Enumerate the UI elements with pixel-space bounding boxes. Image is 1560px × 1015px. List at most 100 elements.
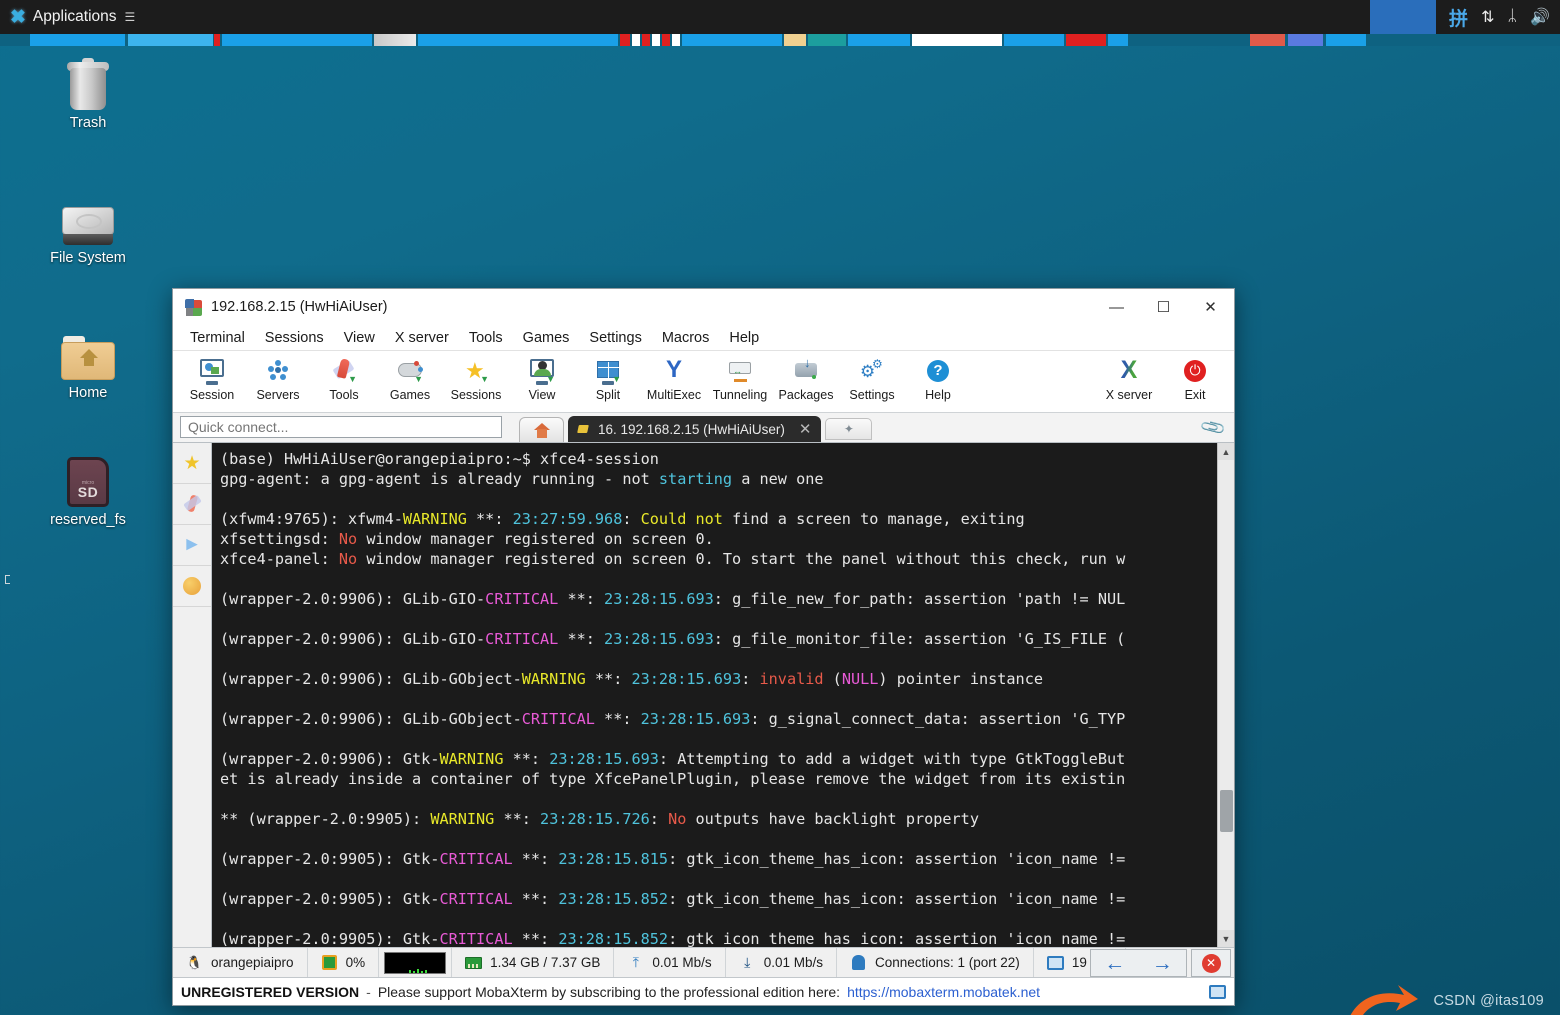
mobaxterm-window: 192.168.2.15 (HwHiAiUser) — ☐ ✕ Terminal… [172, 288, 1235, 1006]
xfce-logo-icon: ✖ [10, 6, 26, 28]
status-bar: 🐧 orangepiaipro 0% 1.34 GB / 7.37 GB ⤒ 0… [173, 947, 1234, 977]
attachment-clip-icon[interactable]: 📎 [1199, 414, 1228, 443]
toolbar-exit-button[interactable]: ⏻ Exit [1162, 354, 1228, 402]
status-download-value: 0.01 Mb/s [763, 955, 823, 970]
menu-view[interactable]: View [335, 327, 384, 349]
toolbar: Session Servers ▼ Tools ▼ Games ★ ▼ Sess… [173, 351, 1234, 413]
toolbar-help-button[interactable]: ? Help [905, 354, 971, 402]
toolbar-servers-button[interactable]: Servers [245, 354, 311, 402]
close-session-button[interactable]: ✕ [1191, 949, 1231, 977]
status-connections-value: Connections: 1 (port 22) [874, 955, 1020, 970]
scrollbar-thumb[interactable] [1220, 790, 1233, 832]
terminal-tab-icon [577, 423, 590, 436]
status-memory-value: 1.34 GB / 7.37 GB [490, 955, 601, 970]
multiexec-icon: Y [665, 356, 682, 383]
toolbar-split-button[interactable]: ▼ Split [575, 354, 641, 402]
close-button[interactable]: ✕ [1187, 289, 1234, 325]
servers-icon [264, 357, 292, 385]
quick-connect-input[interactable] [180, 416, 502, 438]
csdn-watermark: CSDN @itas109 [1433, 993, 1544, 1009]
menu-tools[interactable]: Tools [460, 327, 512, 349]
status-memory[interactable]: 1.34 GB / 7.37 GB [452, 948, 615, 977]
toolbar-tools-button[interactable]: ▼ Tools [311, 354, 377, 402]
status-upload[interactable]: ⤒ 0.01 Mb/s [614, 948, 726, 977]
download-arrow-icon: ⤓ [744, 954, 751, 970]
terminal-line: (wrapper-2.0:9906): GLib-GIO-CRITICAL **… [220, 590, 1126, 608]
toolbar-view-button[interactable]: ▼ View [509, 354, 575, 402]
view-icon: ▼ [528, 357, 556, 385]
nav-forward-icon[interactable]: → [1152, 953, 1173, 974]
new-tab-button[interactable]: ✦ [825, 418, 873, 440]
menu-settings[interactable]: Settings [580, 327, 650, 349]
home-tab[interactable] [519, 417, 564, 442]
menubar: Terminal Sessions View X server Tools Ga… [173, 325, 1234, 351]
screen-edge-artifact [5, 575, 10, 584]
bluetooth-icon[interactable]: ᛦ [1507, 8, 1517, 26]
footer-url-link[interactable]: https://mobaxterm.mobatek.net [847, 984, 1040, 1000]
toolbar-tunneling-button[interactable]: ↔ Tunneling [707, 354, 773, 402]
terminal-scrollbar[interactable]: ▲ ▼ [1217, 443, 1234, 947]
penguin-icon: 🐧 [186, 954, 203, 970]
sftp-plane-icon[interactable]: ► [173, 525, 211, 566]
toolbar-session-button[interactable]: Session [179, 354, 245, 402]
toolbar-settings-button[interactable]: ⚙ ⚙ Settings [839, 354, 905, 402]
network-updown-icon[interactable]: ⇅ [1481, 7, 1494, 27]
status-cpu-graph[interactable] [379, 948, 453, 977]
toolbar-label: Servers [256, 388, 300, 402]
menu-sessions[interactable]: Sessions [256, 327, 333, 349]
toolbar-packages-button[interactable]: ↓ Packages [773, 354, 839, 402]
window-controls: — ☐ ✕ [1093, 289, 1234, 325]
games-icon: ▼ [396, 357, 424, 385]
status-hostname[interactable]: 🐧 orangepiaipro [173, 948, 308, 977]
toolbar-games-button[interactable]: ▼ Games [377, 354, 443, 402]
split-icon: ▼ [594, 357, 622, 385]
nav-back-icon[interactable]: ← [1104, 953, 1125, 974]
toolbar-xserver-button[interactable]: X X server [1096, 354, 1162, 403]
toolbar-label: View [528, 388, 556, 402]
maximize-button[interactable]: ☐ [1140, 289, 1187, 325]
toolbar-label: Help [925, 388, 951, 402]
session-tab[interactable]: 16. 192.168.2.15 (HwHiAiUser) ✕ [568, 416, 822, 442]
scroll-up-arrow[interactable]: ▲ [1218, 443, 1234, 460]
tab-close-icon[interactable]: ✕ [799, 420, 812, 438]
tab-bar: 16. 192.168.2.15 (HwHiAiUser) ✕ ✦ 📎 [173, 413, 1234, 443]
status-download[interactable]: ⤓ 0.01 Mb/s [726, 948, 837, 977]
system-tray: 拼 ⇅ ᛦ 🔊 [1370, 0, 1560, 34]
status-connections[interactable]: Connections: 1 (port 22) [837, 948, 1034, 977]
scroll-down-arrow[interactable]: ▼ [1218, 930, 1234, 947]
tools-knife-icon[interactable] [173, 484, 211, 525]
toolbar-sessions-button[interactable]: ★ ▼ Sessions [443, 354, 509, 403]
desktop-icon-file-system[interactable]: File System [28, 183, 148, 267]
menu-help[interactable]: Help [720, 327, 768, 349]
status-upload-value: 0.01 Mb/s [652, 955, 712, 970]
scrollbar-track[interactable] [1218, 460, 1234, 930]
bookmarks-star-icon[interactable]: ★ [173, 443, 211, 484]
macros-globe-icon[interactable] [173, 566, 211, 607]
menu-x-server[interactable]: X server [386, 327, 458, 349]
display-icon[interactable] [1209, 984, 1226, 999]
toolbar-label: Sessions [450, 388, 502, 402]
menu-terminal[interactable]: Terminal [181, 327, 254, 349]
desktop-icon-home[interactable]: Home [28, 318, 148, 402]
screen-clock-icon [1046, 954, 1064, 971]
footer-bar: UNREGISTERED VERSION - Please support Mo… [173, 977, 1234, 1005]
ime-pinyin-icon[interactable]: 拼 [1449, 4, 1468, 31]
window-titlebar[interactable]: 192.168.2.15 (HwHiAiUser) — ☐ ✕ [173, 289, 1234, 325]
desktop-icon-reserved-fs[interactable]: micro SD reserved_fs [28, 445, 148, 529]
menu-games[interactable]: Games [514, 327, 579, 349]
toolbar-multiexec-button[interactable]: Y MultiExec [641, 354, 707, 403]
terminal-output[interactable]: (base) HwHiAiUser@orangepiaipro:~$ xfce4… [212, 443, 1217, 947]
toolbar-label: Tools [329, 388, 359, 402]
terminal-area: (base) HwHiAiUser@orangepiaipro:~$ xfce4… [212, 443, 1234, 947]
applications-menu-button[interactable]: ✖ Applications ☰ [0, 0, 145, 34]
tray-blue-indicator [1370, 0, 1437, 34]
terminal-line: gpg-agent: a gpg-agent is already runnin… [220, 470, 824, 488]
window-body: ★ ► (base) HwHiAiUser@orangepiaipro:~$ x… [173, 443, 1234, 947]
status-cpu-usage[interactable]: 0% [308, 948, 380, 977]
volume-icon[interactable]: 🔊 [1530, 7, 1550, 27]
minimize-button[interactable]: — [1093, 289, 1140, 325]
menu-macros[interactable]: Macros [653, 327, 719, 349]
desktop-icon-trash[interactable]: Trash [28, 48, 148, 132]
